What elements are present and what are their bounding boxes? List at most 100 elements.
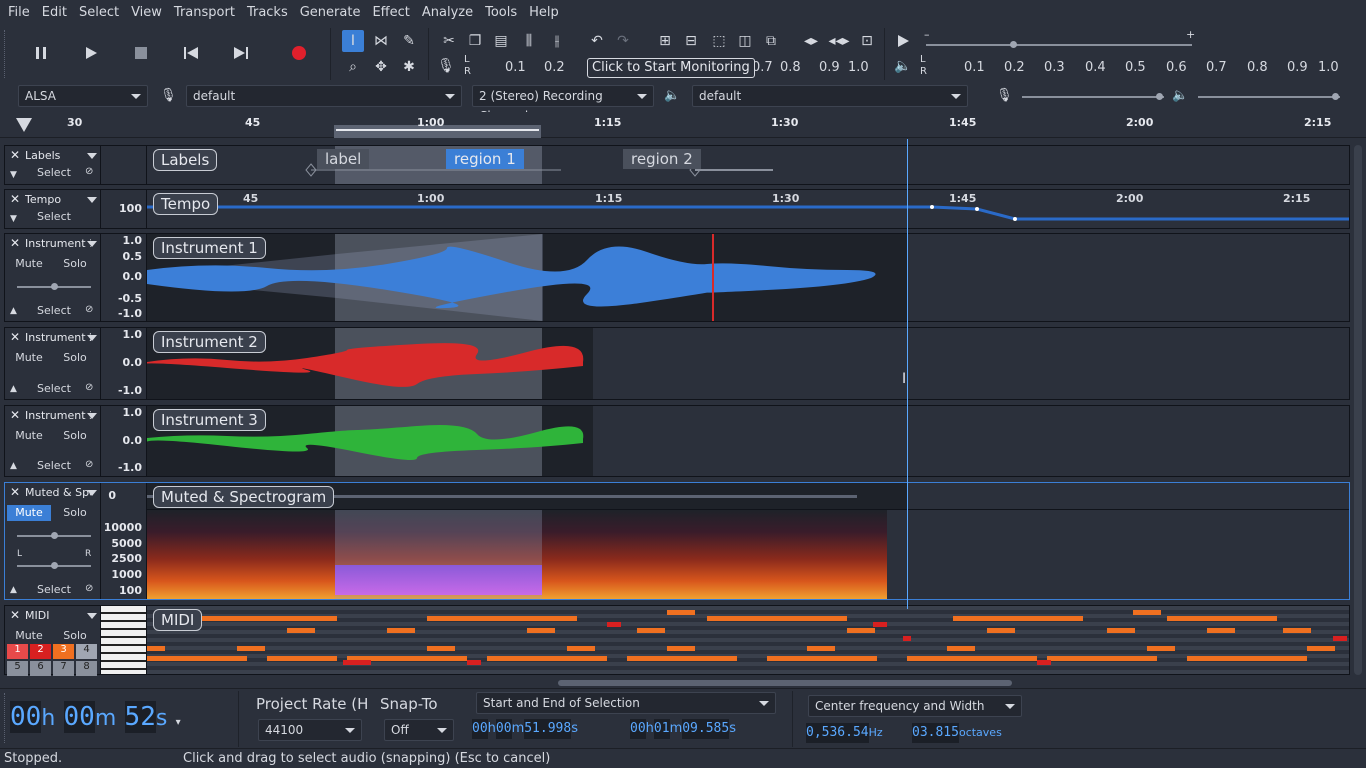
- close-icon[interactable]: ✕: [10, 192, 20, 206]
- toolbar-grip[interactable]: [4, 693, 7, 743]
- play-at-speed-left-button[interactable]: ◂◂▸: [826, 30, 852, 52]
- track-control-panel[interactable]: ✕ Muted & Spectrogram Mute Solo L R ▲ Se…: [5, 483, 101, 599]
- midi-channel-button[interactable]: 7: [53, 661, 74, 676]
- mute-button[interactable]: Mute: [7, 428, 51, 444]
- waveform-plot[interactable]: Instrument 1: [147, 234, 1349, 321]
- track-control-panel[interactable]: ✕ Tempo ▼ Select: [5, 190, 101, 228]
- track-control-panel[interactable]: ✕ MIDI Mute Solo 1 2 3 4 5 6 7 8: [5, 606, 101, 676]
- copy-button[interactable]: ❐: [464, 30, 486, 52]
- select-track-button[interactable]: Select: [37, 166, 71, 179]
- zoom-toggle-button[interactable]: ⧉: [760, 30, 782, 52]
- fit-project-button[interactable]: ◫: [734, 30, 756, 52]
- paste-button[interactable]: ▤: [490, 30, 512, 52]
- toolbar-grip[interactable]: [4, 30, 7, 78]
- chevron-down-icon[interactable]: [87, 153, 97, 159]
- close-icon[interactable]: ✕: [10, 408, 20, 422]
- spectral-selection-mode-select[interactable]: Center frequency and Width: [808, 695, 1022, 717]
- zoom-in-button[interactable]: ⊞: [654, 30, 676, 52]
- project-rate-select[interactable]: 44100: [258, 719, 362, 741]
- time-display[interactable]: 00h 00m 52s ▾: [10, 701, 181, 733]
- selection-mode-select[interactable]: Start and End of Selection: [476, 692, 776, 714]
- mute-button[interactable]: Mute: [7, 350, 51, 366]
- selection-start-time[interactable]: 00h00m51.998s: [472, 719, 578, 739]
- track-name-button[interactable]: Instrument 1: [25, 237, 91, 250]
- tempo-track[interactable]: ✕ Tempo ▼ Select 100 45 1:00 1:15 1:30 1…: [4, 189, 1350, 229]
- record-meter-button[interactable]: 🎙: [437, 58, 455, 74]
- cut-button[interactable]: ✂: [438, 30, 460, 52]
- slider-knob[interactable]: [51, 562, 58, 569]
- play-head-icon[interactable]: [14, 116, 34, 134]
- track-name-button[interactable]: Muted & Spectrogram: [25, 486, 91, 499]
- collapse-icon[interactable]: ▲: [10, 306, 17, 316]
- redo-button[interactable]: ↷: [612, 30, 634, 52]
- spectrogram-plot[interactable]: Muted & Spectrogram: [147, 483, 1349, 599]
- piano-keyboard[interactable]: [101, 606, 147, 674]
- solo-button[interactable]: Solo: [53, 628, 97, 644]
- slider-knob[interactable]: [1010, 41, 1017, 48]
- collapse-icon[interactable]: ▲: [10, 585, 17, 595]
- midi-note-plot[interactable]: MIDI: [147, 606, 1349, 674]
- close-icon[interactable]: ✕: [10, 485, 20, 499]
- close-icon[interactable]: ✕: [10, 330, 20, 344]
- track-control-panel[interactable]: ✕ Instrument 1 Mute Solo ▲ Select ⊘: [5, 234, 101, 321]
- track-name-button[interactable]: Instrument 3: [25, 409, 91, 422]
- chevron-down-icon[interactable]: [87, 490, 97, 496]
- center-frequency[interactable]: 0,536.54Hz: [806, 723, 883, 743]
- play-button[interactable]: [78, 40, 104, 66]
- close-icon[interactable]: ✕: [10, 608, 20, 622]
- chevron-down-icon[interactable]: [87, 241, 97, 247]
- slider-knob[interactable]: [51, 532, 58, 539]
- chevron-down-icon[interactable]: [87, 335, 97, 341]
- play-meter-button[interactable]: 🔈: [894, 58, 912, 74]
- track-control-panel[interactable]: ✕ Instrument 2 Mute Solo ▲ Select ⊘: [5, 328, 101, 399]
- recording-device-select[interactable]: default: [186, 85, 462, 107]
- solo-button[interactable]: Solo: [53, 428, 97, 444]
- pan-slider[interactable]: [17, 562, 91, 569]
- recording-channels-select[interactable]: 2 (Stereo) Recording Channels: [472, 85, 654, 123]
- solo-button[interactable]: Solo: [53, 350, 97, 366]
- menu-select[interactable]: Select: [73, 0, 125, 26]
- track-name-button[interactable]: Labels: [25, 149, 91, 162]
- gain-slider[interactable]: [17, 532, 91, 539]
- chevron-down-icon[interactable]: ▾: [176, 717, 181, 728]
- midi-track[interactable]: ✕ MIDI Mute Solo 1 2 3 4 5 6 7 8 MIDI: [4, 605, 1350, 676]
- playback-device-select[interactable]: default: [692, 85, 968, 107]
- fit-selection-button[interactable]: ⬚: [708, 30, 730, 52]
- chevron-down-icon[interactable]: [87, 413, 97, 419]
- midi-channel-button[interactable]: 6: [30, 661, 51, 676]
- undo-button[interactable]: ↶: [586, 30, 608, 52]
- audio-host-select[interactable]: ALSA: [18, 85, 148, 107]
- envelope-tool-button[interactable]: ⋈: [370, 30, 392, 52]
- close-icon[interactable]: ✕: [10, 236, 20, 250]
- collapse-icon[interactable]: ▲: [10, 461, 17, 471]
- midi-channel-button[interactable]: 3: [53, 644, 74, 659]
- collapse-icon[interactable]: ▲: [10, 384, 17, 394]
- menu-transport[interactable]: Transport: [168, 0, 241, 26]
- collapse-icon[interactable]: ▼: [10, 214, 17, 224]
- recording-volume-slider[interactable]: [1022, 93, 1164, 100]
- select-track-button[interactable]: Select: [37, 459, 71, 472]
- chevron-down-icon[interactable]: [87, 197, 97, 203]
- horizontal-scrollbar-track[interactable]: [146, 679, 1350, 687]
- play-at-speed-button[interactable]: [892, 30, 914, 52]
- mute-button[interactable]: Mute: [7, 628, 51, 644]
- selection-end-time[interactable]: 00h01m09.585s: [630, 719, 736, 739]
- menu-help[interactable]: Help: [523, 0, 565, 26]
- label-track-plot[interactable]: Labels label region 1 region 2: [147, 146, 1349, 184]
- select-track-button[interactable]: Select: [37, 210, 71, 223]
- select-track-button[interactable]: Select: [37, 382, 71, 395]
- monitoring-tooltip[interactable]: Click to Start Monitoring: [587, 58, 755, 78]
- horizontal-scrollbar-thumb[interactable]: [558, 680, 1012, 686]
- record-button[interactable]: [286, 40, 312, 66]
- collapse-icon[interactable]: ▼: [10, 170, 17, 180]
- mute-button[interactable]: Mute: [7, 505, 51, 521]
- playback-speed-slider[interactable]: [926, 41, 1192, 48]
- menu-view[interactable]: View: [125, 0, 168, 26]
- label-item[interactable]: label: [317, 149, 370, 169]
- labels-track[interactable]: ✕ Labels ▼ Select ⊘ Labels label region …: [4, 145, 1350, 185]
- draw-tool-button[interactable]: ✎: [398, 30, 420, 52]
- pause-button[interactable]: [28, 40, 54, 66]
- menu-edit[interactable]: Edit: [36, 0, 73, 26]
- solo-button[interactable]: Solo: [53, 505, 97, 521]
- menu-file[interactable]: File: [2, 0, 36, 26]
